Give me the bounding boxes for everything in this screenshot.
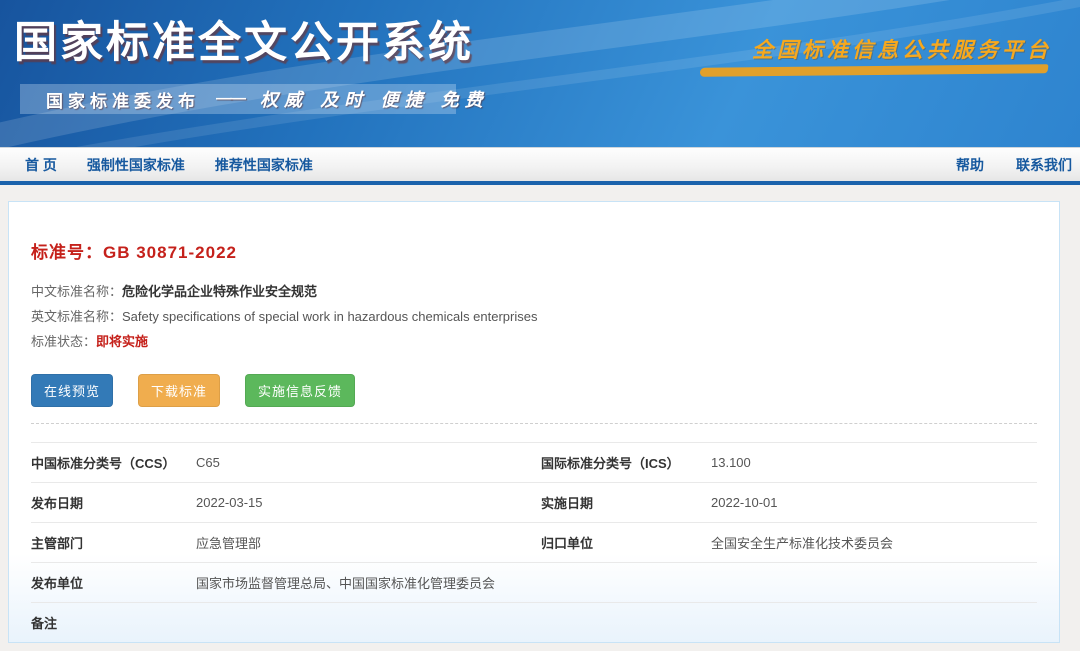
online-preview-button[interactable]: 在线预览 [31, 374, 114, 407]
main-navbar: 首 页 强制性国家标准 推荐性国家标准 帮助 联系我们 [0, 147, 1080, 181]
nav-item-help[interactable]: 帮助 [956, 155, 984, 175]
en-name-label: 英文标准名称： [31, 309, 123, 324]
publisher-dash: —— [216, 90, 246, 107]
nav-left-group: 首 页 强制性国家标准 推荐性国家标准 [0, 155, 313, 175]
platform-slogan: 全国标准信息公共服务平台 [752, 37, 1052, 62]
ics-label: 国际标准分类号（ICS） [541, 456, 680, 471]
implement-date-value: 2022-10-01 [711, 495, 778, 510]
ics-value: 13.100 [711, 455, 751, 470]
status-label: 标准状态： [31, 334, 97, 349]
action-buttons: 在线预览 下载标准 实施信息反馈 [31, 374, 1037, 407]
motto-text: 权威 及时 便捷 免费 [260, 90, 489, 111]
standard-number-heading: 标准号：GB 30871-2022 [31, 238, 1037, 263]
standard-number-value: GB 30871-2022 [103, 243, 237, 262]
implement-date-label: 实施日期 [541, 496, 594, 511]
standard-number-label: 标准号： [31, 243, 103, 262]
nav-underline-bar [0, 181, 1080, 185]
en-name-value: Safety specifications of special work in… [122, 309, 538, 324]
cn-name-line: 中文标准名称：危险化学品企业特殊作业安全规范 [31, 279, 1037, 304]
table-row: 发布单位 国家市场监督管理总局、中国国家标准化管理委员会 [31, 562, 1037, 602]
publisher-band: 国家标准委发布 —— 权威 及时 便捷 免费 [20, 84, 483, 114]
nav-item-contact[interactable]: 联系我们 [1016, 155, 1072, 175]
standard-detail-card: 标准号：GB 30871-2022 中文标准名称：危险化学品企业特殊作业安全规范… [8, 201, 1060, 643]
authority-label: 主管部门 [31, 536, 84, 551]
table-row: 发布日期 2022-03-15 实施日期 2022-10-01 [31, 482, 1037, 522]
ccs-label: 中国标准分类号（CCS） [31, 456, 176, 471]
dashed-divider [31, 423, 1037, 424]
committee-value: 全国安全生产标准化技术委员会 [711, 536, 894, 551]
publish-date-value: 2022-03-15 [196, 495, 263, 510]
table-row: 备注 [31, 602, 1037, 642]
table-row: 主管部门 应急管理部 归口单位 全国安全生产标准化技术委员会 [31, 522, 1037, 562]
status-line: 标准状态：即将实施 [31, 329, 1037, 354]
ccs-value: C65 [196, 455, 220, 470]
issuer-label: 发布单位 [31, 576, 84, 591]
authority-value: 应急管理部 [196, 536, 262, 551]
site-banner: 国家标准全文公开系统 全国标准信息公共服务平台 国家标准委发布 —— 权威 及时… [0, 0, 1080, 147]
issuer-value: 国家市场监督管理总局、中国国家标准化管理委员会 [196, 576, 496, 591]
download-standard-button[interactable]: 下载标准 [138, 374, 221, 407]
details-table: 中国标准分类号（CCS） C65 国际标准分类号（ICS） 13.100 发布日… [31, 442, 1037, 642]
committee-label: 归口单位 [541, 536, 594, 551]
en-name-line: 英文标准名称：Safety specifications of special … [31, 304, 1037, 329]
page-title: 国家标准全文公开系统 [14, 19, 474, 67]
publish-date-label: 发布日期 [31, 496, 84, 511]
nav-item-recommended-standards[interactable]: 推荐性国家标准 [215, 155, 313, 175]
cn-name-label: 中文标准名称： [31, 284, 123, 299]
publisher-text: 国家标准委发布 [46, 91, 200, 111]
nav-right-group: 帮助 联系我们 [956, 155, 1080, 175]
implementation-feedback-button[interactable]: 实施信息反馈 [245, 374, 356, 407]
nav-item-home[interactable]: 首 页 [25, 155, 57, 175]
cn-name-value: 危险化学品企业特殊作业安全规范 [122, 284, 318, 299]
status-badge: 即将实施 [96, 334, 149, 349]
table-row: 中国标准分类号（CCS） C65 国际标准分类号（ICS） 13.100 [31, 442, 1037, 482]
remarks-label: 备注 [31, 616, 58, 631]
nav-item-mandatory-standards[interactable]: 强制性国家标准 [87, 155, 185, 175]
standard-fields: 中文标准名称：危险化学品企业特殊作业安全规范 英文标准名称：Safety spe… [31, 279, 1037, 354]
